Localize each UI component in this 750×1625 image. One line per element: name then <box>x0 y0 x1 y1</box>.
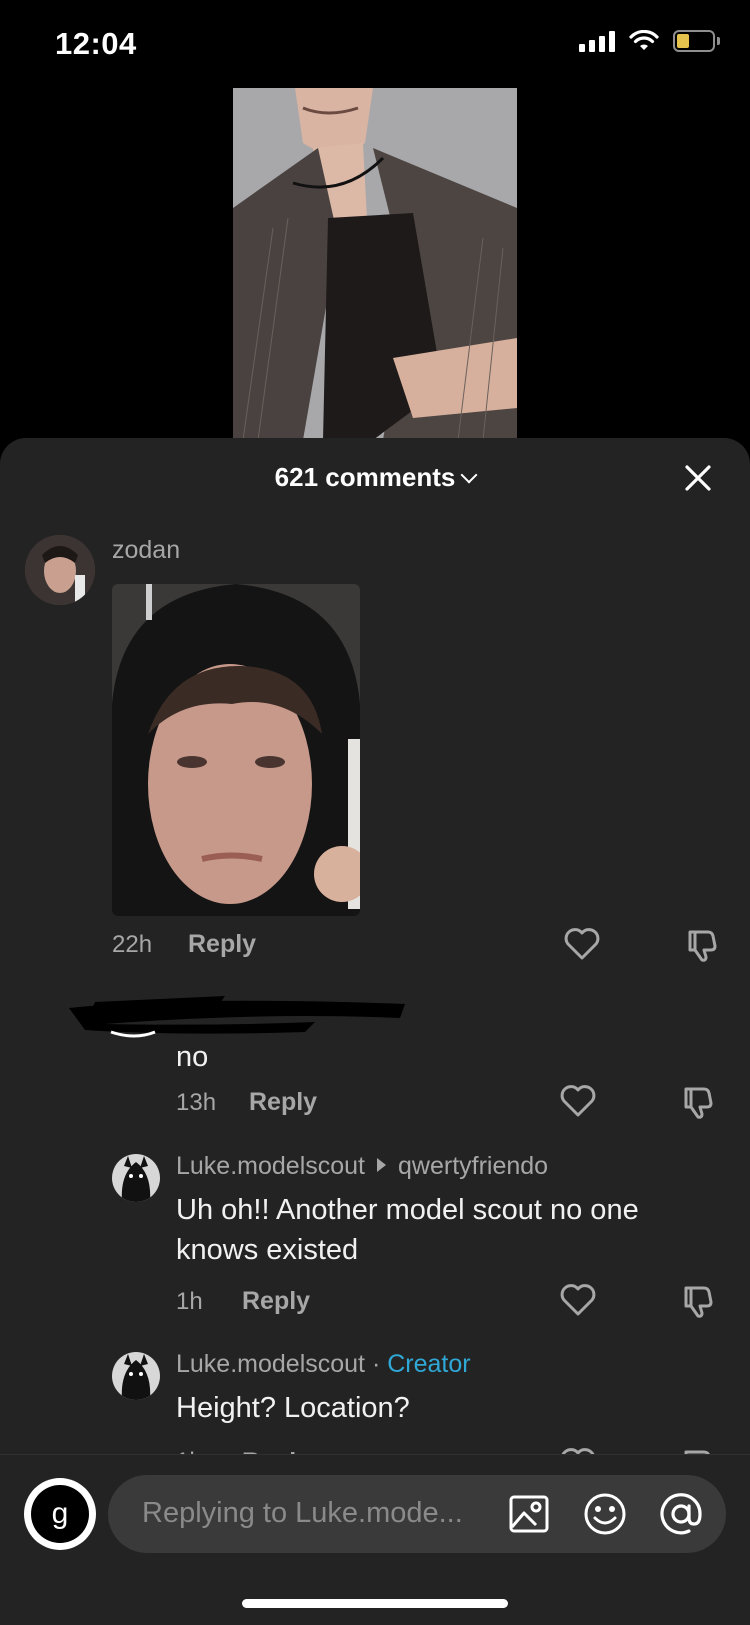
home-indicator <box>242 1599 508 1608</box>
comment-input[interactable]: Replying to Luke.mode... <box>108 1475 726 1553</box>
comment-composer: g Replying to Luke.mode... <box>0 1454 750 1625</box>
avatar[interactable] <box>25 535 95 605</box>
comment-text: Height? Location? <box>176 1392 410 1424</box>
heart-icon[interactable] <box>558 1081 598 1121</box>
comment-image[interactable] <box>112 584 360 916</box>
comment-text: Uh oh!! Another model scout no one knows… <box>176 1194 639 1266</box>
reply-arrow-icon <box>377 1158 387 1172</box>
battery-level: 4 <box>689 31 699 50</box>
emoji-icon[interactable] <box>582 1491 628 1537</box>
comment-username[interactable]: zodan <box>112 536 180 565</box>
image-icon[interactable] <box>508 1493 550 1535</box>
comment-time: 22h <box>112 931 153 958</box>
video-preview[interactable] <box>233 88 517 440</box>
comment-time: 1h <box>176 1288 203 1315</box>
redacted-username <box>69 996 405 1038</box>
at-icon[interactable] <box>658 1491 704 1537</box>
cellular-signal-icon <box>579 30 615 52</box>
reply-button[interactable]: Reply <box>242 1287 310 1316</box>
heart-icon[interactable] <box>558 1280 598 1320</box>
comment-username[interactable]: Luke.modelscout <box>176 1350 365 1378</box>
reply-to-username[interactable]: qwertyfriendo <box>398 1152 548 1180</box>
my-avatar-letter: g <box>31 1485 89 1543</box>
comment-username[interactable]: Luke.modelscout <box>176 1152 365 1180</box>
reply-button[interactable]: Reply <box>188 930 256 959</box>
comment-time: 13h <box>176 1089 217 1116</box>
comment-text: no <box>176 1041 209 1073</box>
comment-username-row: Luke.modelscout qwertyfriendo <box>176 1152 548 1181</box>
thumbs-down-icon[interactable] <box>682 924 722 964</box>
status-bar: 12:04 4 <box>0 0 750 88</box>
creator-badge: Creator <box>387 1350 471 1378</box>
avatar[interactable] <box>112 1154 160 1202</box>
heart-icon[interactable] <box>562 924 602 964</box>
comments-sheet: 621 comments zodan 22h Reply no 13h Repl… <box>0 438 750 1624</box>
reply-button[interactable]: Reply <box>249 1088 317 1117</box>
comment-username-row: Luke.modelscout · Creator <box>176 1350 471 1379</box>
comment-item: zodan 22h Reply <box>0 438 750 962</box>
thumbs-down-icon[interactable] <box>678 1081 718 1121</box>
battery-icon: 4 <box>673 30 720 52</box>
thumbs-down-icon[interactable] <box>678 1280 718 1320</box>
status-time: 12:04 <box>55 26 137 61</box>
my-avatar[interactable]: g <box>24 1478 96 1550</box>
avatar[interactable] <box>112 1352 160 1400</box>
comment-input-placeholder: Replying to Luke.mode... <box>142 1497 463 1529</box>
status-icons: 4 <box>579 30 720 52</box>
separator: · <box>365 1350 388 1378</box>
wifi-icon <box>629 30 659 50</box>
